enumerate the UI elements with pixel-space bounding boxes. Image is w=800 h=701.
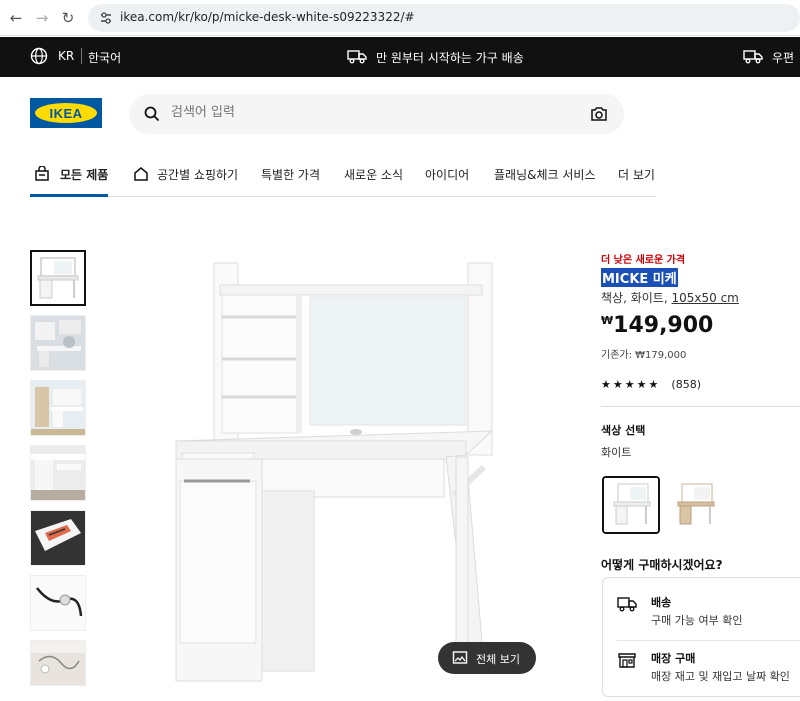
home-icon [134, 167, 148, 181]
browser-toolbar: ← → ↻ ikea.com/kr/ko/p/micke-desk-white-… [0, 0, 800, 36]
thumbnail[interactable] [30, 250, 86, 306]
ikea-logo[interactable]: IKEA [30, 98, 102, 128]
product-main-image[interactable] [110, 245, 560, 685]
delivery-subtext: 구매 가능 여부 확인 [651, 614, 743, 627]
product-description: 책상, 화이트, 105x50 cm [601, 289, 739, 306]
tab-more[interactable]: 더 보기 [618, 166, 655, 183]
full-view-label: 전체 보기 [476, 653, 520, 666]
product-dimensions-link[interactable]: 105x50 cm [671, 291, 738, 305]
tab-all-products[interactable]: 모든 제품 [60, 166, 108, 183]
color-swatch-white[interactable] [602, 476, 660, 534]
thumbnail[interactable] [30, 575, 86, 631]
tab-special-price[interactable]: 특별한 가격 [261, 166, 320, 183]
rating[interactable]: ★★★★★ (858) [601, 373, 701, 392]
main-nav: 모든 제품 공간별 쇼핑하기 특별한 가격 새로운 소식 아이디어 플래닝&체크… [30, 160, 656, 197]
thumbnail[interactable] [30, 510, 86, 566]
tab-ideas[interactable]: 아이디어 [425, 166, 469, 183]
thumbnail[interactable] [30, 315, 86, 371]
active-tab-indicator [30, 194, 108, 197]
camera-icon[interactable] [590, 106, 608, 122]
store-label: 매장 구매 [651, 652, 696, 665]
forward-arrow-icon[interactable]: → [32, 8, 52, 28]
globe-icon[interactable] [30, 47, 48, 65]
truck-icon [347, 50, 367, 64]
product-desc-text: 책상, 화이트, [601, 291, 668, 305]
language-label[interactable]: 한국어 [88, 49, 121, 66]
full-view-button[interactable]: 전체 보기 [438, 642, 536, 674]
delivery-option[interactable]: 배송 구매 가능 여부 확인 [617, 594, 797, 634]
top-info-bar: KR 한국어 만 원부터 시작하는 가구 배송 우편 [0, 37, 800, 77]
logo-text: IKEA [49, 106, 83, 121]
image-gallery-icon [452, 651, 468, 664]
divider [617, 640, 800, 641]
logo-oval: IKEA [35, 103, 97, 123]
search-input[interactable] [171, 105, 571, 120]
thumbnail[interactable] [30, 445, 86, 501]
thumbnail[interactable] [30, 640, 86, 686]
url-text[interactable]: ikea.com/kr/ko/p/micke-desk-white-s09223… [120, 10, 415, 24]
product-price: ₩149,900 [601, 313, 713, 338]
store-option[interactable]: 매장 구매 매장 재고 및 재입고 날짜 확인 [617, 650, 797, 690]
search-icon[interactable] [143, 105, 161, 123]
price-value: 149,900 [613, 313, 714, 338]
search-bar[interactable] [129, 94, 624, 134]
region-label[interactable]: KR [58, 49, 74, 63]
address-bar[interactable]: ikea.com/kr/ko/p/micke-desk-white-s09223… [88, 4, 800, 32]
original-price: 기존가: ₩179,000 [601, 350, 687, 361]
divider [81, 48, 82, 64]
shipping-promo[interactable]: 만 원부터 시작하는 가구 배송 [376, 49, 524, 66]
product-name: MICKE 미케 [601, 268, 678, 287]
thumbnail[interactable] [30, 380, 86, 436]
postal-code-link[interactable]: 우편 [772, 49, 794, 66]
price-badge: 더 낮은 새로운 가격 [601, 255, 686, 266]
shopping-bag-icon [35, 166, 49, 181]
truck-icon [743, 50, 763, 64]
purchase-options-box: 배송 구매 가능 여부 확인 매장 구매 매장 재고 및 재입고 날짜 확인 [602, 577, 800, 697]
purchase-options-title: 어떻게 구매하시겠어요? [601, 558, 723, 572]
reload-icon[interactable]: ↻ [58, 8, 78, 28]
back-arrow-icon[interactable]: ← [6, 8, 26, 28]
rating-stars: ★★★★★ [601, 378, 661, 391]
truck-icon [617, 597, 637, 612]
currency-symbol: ₩ [601, 314, 614, 327]
delivery-label: 배송 [651, 596, 672, 609]
tab-new[interactable]: 새로운 소식 [344, 166, 403, 183]
section-divider [601, 406, 800, 407]
color-swatch-oak[interactable] [668, 476, 726, 534]
tab-shop-by-room[interactable]: 공간별 쇼핑하기 [157, 166, 238, 183]
store-subtext: 매장 재고 및 재입고 날짜 확인 [651, 670, 790, 683]
color-select-value: 화이트 [601, 446, 632, 459]
rating-count[interactable]: (858) [671, 378, 701, 391]
color-select-title: 색상 선택 [601, 424, 646, 437]
store-icon [618, 653, 636, 668]
site-settings-icon[interactable] [98, 10, 114, 26]
tab-planning-services[interactable]: 플래닝&체크 서비스 [494, 166, 596, 183]
